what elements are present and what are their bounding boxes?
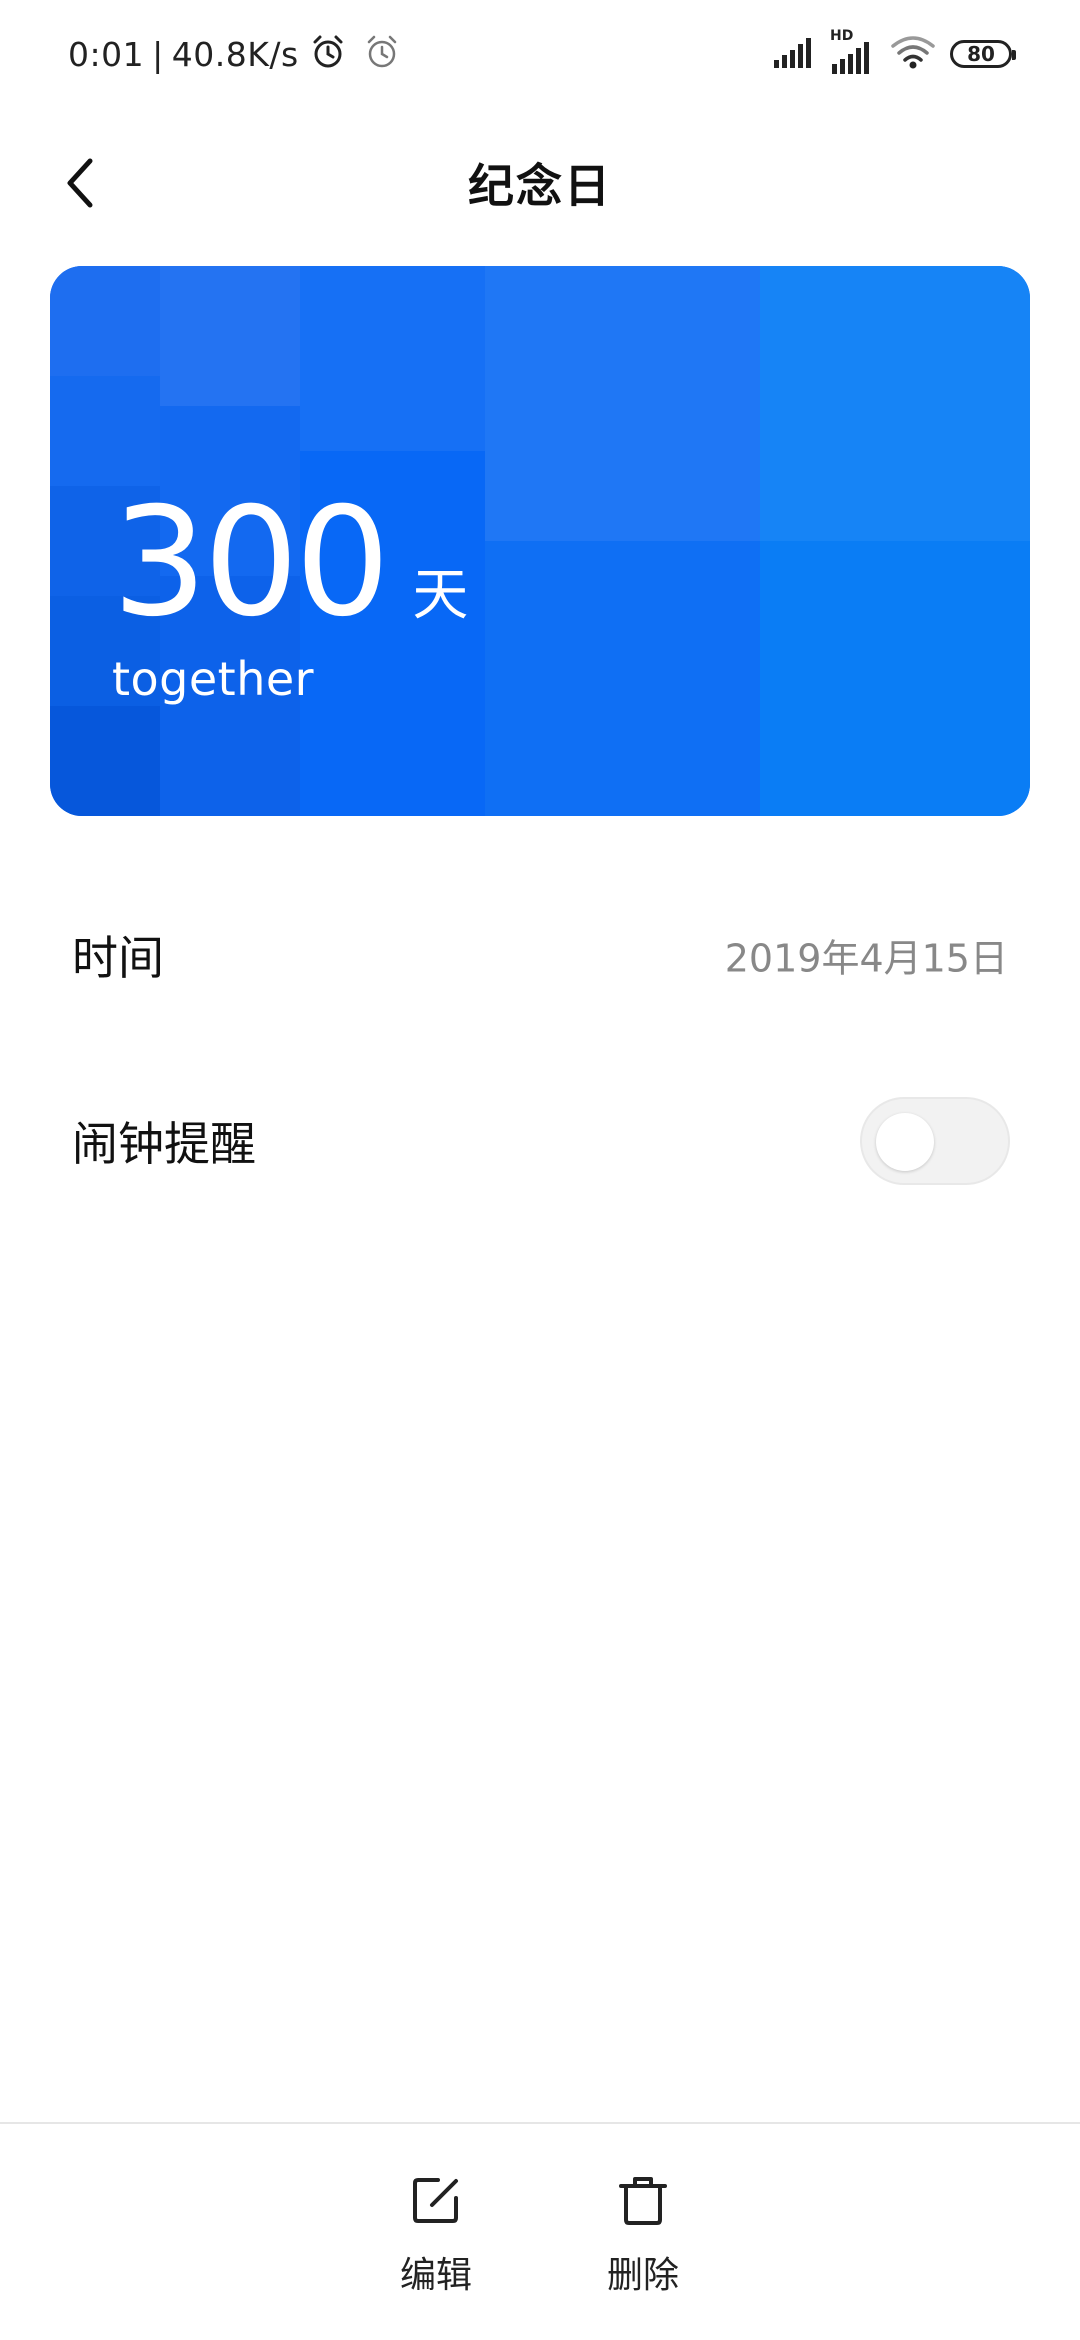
edit-icon — [413, 2178, 458, 2223]
status-left: 0:01 | 40.8K/s — [68, 30, 401, 78]
status-net-speed: 40.8K/s — [171, 34, 299, 74]
battery-icon: 80 — [950, 40, 1016, 68]
card-subtitle: together — [112, 652, 315, 706]
anniversary-card[interactable]: 300 天 together — [50, 266, 1030, 816]
card-tile — [50, 266, 160, 376]
wifi-icon — [890, 34, 936, 74]
day-count-row: 300 天 — [112, 488, 468, 638]
hd-signal-icon: HD — [830, 28, 876, 74]
bottom-action-bar: 编辑 删除 — [0, 2122, 1080, 2340]
delete-button[interactable]: 删除 — [573, 2172, 713, 2298]
card-tile — [760, 541, 1030, 816]
alarm-reminder-toggle[interactable] — [860, 1097, 1010, 1185]
status-right: HD 80 — [774, 28, 1016, 78]
day-unit: 天 — [412, 563, 469, 628]
card-tile — [50, 706, 160, 816]
card-tile — [760, 266, 1030, 541]
battery-level: 80 — [967, 42, 995, 66]
card-tile — [485, 541, 760, 816]
day-count: 300 — [112, 476, 390, 650]
card-tile — [160, 266, 300, 406]
title-bar: 纪念日 — [0, 110, 1080, 260]
status-time: 0:01 — [68, 34, 145, 74]
edit-button[interactable]: 编辑 — [366, 2172, 506, 2298]
page-title: 纪念日 — [468, 159, 612, 213]
alarm-reminder-label: 闹钟提醒 — [72, 1117, 256, 1171]
signal-icon — [774, 36, 816, 72]
date-row[interactable]: 时间 2019年4月15日 — [0, 890, 1080, 1020]
date-value: 2019年4月15日 — [724, 936, 1008, 981]
delete-label: 删除 — [606, 2255, 679, 2296]
status-separator: | — [152, 34, 164, 74]
trash-icon — [619, 2177, 667, 2225]
card-tile — [485, 266, 760, 541]
alarm-outline-icon — [363, 33, 401, 75]
alarm-icon — [309, 33, 347, 75]
card-tile — [50, 376, 160, 486]
date-label: 时间 — [72, 931, 164, 985]
alarm-reminder-row: 闹钟提醒 — [0, 1076, 1080, 1206]
card-tile — [300, 266, 485, 451]
edit-label: 编辑 — [399, 2255, 472, 2296]
card-content: 300 天 together — [112, 488, 468, 706]
toggle-knob — [876, 1113, 934, 1171]
status-bar: 0:01 | 40.8K/s HD 80 — [0, 0, 1080, 110]
